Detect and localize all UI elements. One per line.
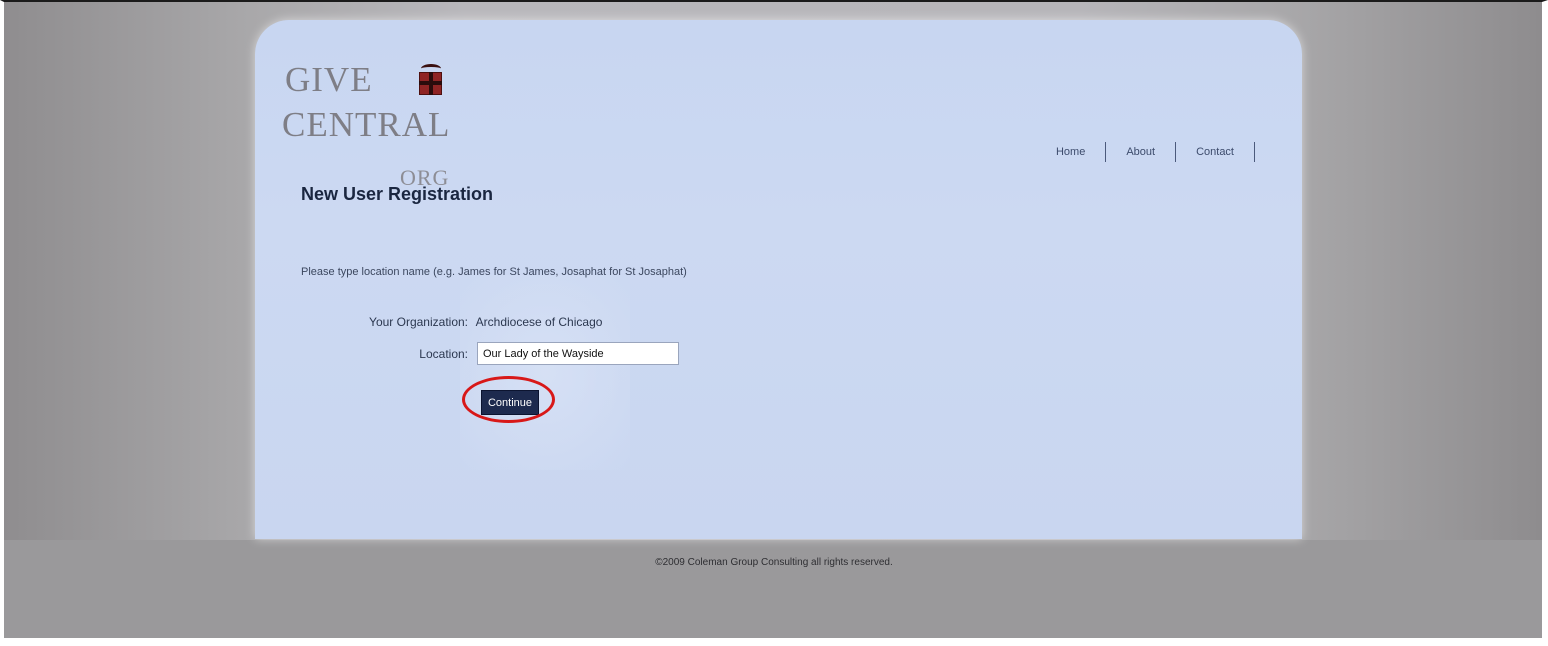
organization-row: Your Organization: Archdiocese of Chicag… [355, 315, 602, 329]
top-nav: Home About Contact [1056, 141, 1255, 163]
card-glow [460, 275, 630, 470]
page-backdrop-lower [4, 540, 1542, 638]
organization-label: Your Organization: [369, 315, 468, 329]
location-hint-text: Please type location name (e.g. James fo… [301, 266, 687, 278]
content-card: GIVE CENTRAL ORG Home About Contact New … [255, 20, 1302, 539]
page-title: New User Registration [301, 184, 494, 204]
location-label: Location: [419, 346, 468, 361]
gift-box-icon [419, 72, 442, 95]
organization-value: Archdiocese of Chicago [475, 315, 603, 329]
location-input[interactable] [477, 342, 679, 365]
nav-link-home[interactable]: Home [1056, 146, 1085, 158]
highlight-annotation-ring [462, 376, 555, 423]
nav-divider [1175, 142, 1177, 162]
nav-link-about[interactable]: About [1126, 146, 1155, 158]
givecentral-logo[interactable]: GIVE CENTRAL ORG [282, 52, 482, 192]
nav-divider [1254, 142, 1255, 162]
logo-text-give: GIVE [285, 60, 373, 99]
logo-text-central: CENTRAL [282, 105, 451, 144]
location-row: Location: [355, 342, 679, 365]
nav-divider [1105, 142, 1107, 162]
copyright-footer: ©2009 Coleman Group Consulting all right… [655, 557, 893, 568]
nav-link-contact[interactable]: Contact [1196, 146, 1234, 158]
